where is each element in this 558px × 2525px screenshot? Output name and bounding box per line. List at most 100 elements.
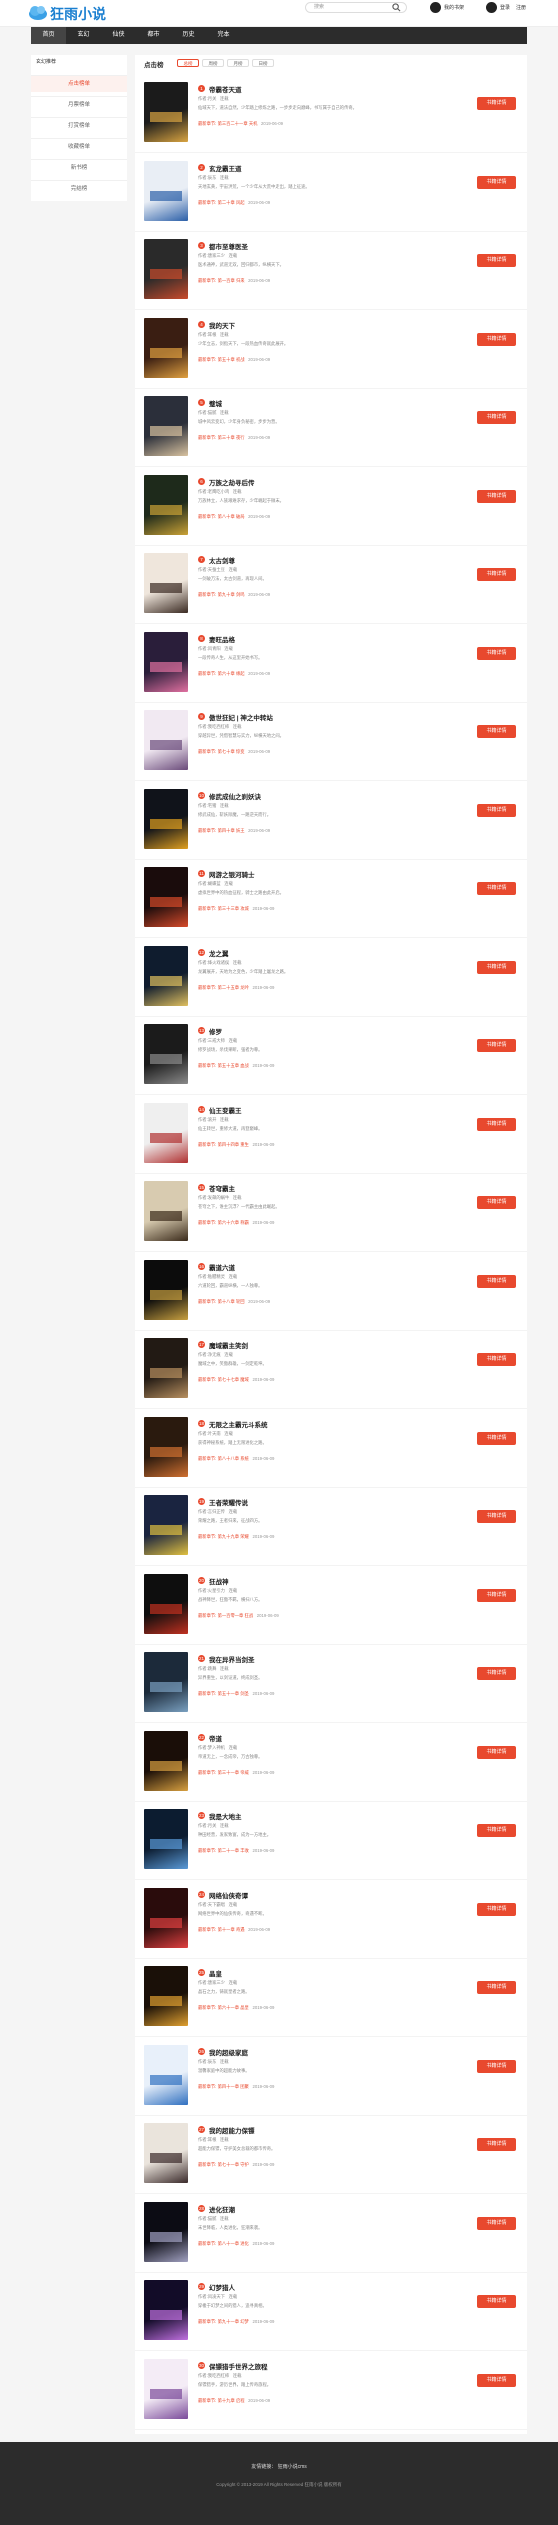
book-latest-chapter[interactable]: 最新章节: 第六十一章 晶皇 2019-06-09: [198, 2005, 274, 2011]
book-detail-button[interactable]: 书籍详情: [477, 489, 516, 503]
book-title[interactable]: 璧城: [209, 398, 222, 408]
book-detail-button[interactable]: 书籍详情: [477, 1431, 516, 1445]
book-detail-button[interactable]: 书籍详情: [477, 2138, 516, 2151]
book-author[interactable]: 作者:我吃西红柿: [198, 724, 229, 729]
book-detail-button[interactable]: 书籍详情: [477, 97, 516, 110]
book-latest-chapter[interactable]: 最新章节: 第十九章 启程 2019-06-09: [198, 2398, 270, 2404]
latest-chapter-link[interactable]: 最新章节: 第七十章 惊变: [198, 749, 245, 754]
nav-item-xianxia[interactable]: 仙侠: [101, 27, 136, 44]
book-title[interactable]: 龙之翼: [209, 948, 229, 958]
latest-chapter-link[interactable]: 最新章节: 第五十一章 剑圣: [198, 1691, 249, 1696]
book-author[interactable]: 作者:滚开: [198, 1117, 216, 1122]
latest-chapter-link[interactable]: 最新章节: 第八十八章 系统: [198, 1456, 249, 1461]
book-author[interactable]: 作者:风青阳: [198, 646, 221, 651]
book-detail-button[interactable]: 书籍详情: [477, 1824, 516, 1837]
book-latest-chapter[interactable]: 最新章节: 第四十章 妖王 2019-06-09: [198, 828, 270, 834]
book-title[interactable]: 妻旺品格: [209, 634, 235, 644]
book-title[interactable]: 王者荣耀传说: [209, 1497, 248, 1507]
book-title[interactable]: 帝道: [209, 1733, 222, 1743]
book-title[interactable]: 网络仙侠奇谭: [209, 1890, 248, 1900]
book-latest-chapter[interactable]: 最新章节: 第三百二十一章 天机 2019-06-09: [198, 121, 283, 127]
book-author[interactable]: 作者:月关: [198, 96, 216, 101]
book-title[interactable]: 太古剑尊: [209, 555, 235, 565]
book-author[interactable]: 作者:蝴蝶蓝: [198, 881, 221, 886]
login-link[interactable]: 登录: [500, 4, 510, 11]
book-title[interactable]: 进化狂潮: [209, 2204, 235, 2214]
book-author[interactable]: 作者:天蚕土豆: [198, 567, 225, 572]
book-author[interactable]: 作者:骷髅精灵: [198, 1274, 225, 1279]
latest-chapter-link[interactable]: 最新章节: 第九十九章 荣耀: [198, 1534, 249, 1539]
book-detail-button[interactable]: 书籍详情: [477, 2373, 516, 2387]
book-author[interactable]: 作者:猫腻: [198, 410, 216, 415]
book-latest-chapter[interactable]: 最新章节: 第三十一章 帝威 2019-06-09: [198, 1770, 274, 1776]
book-detail-button[interactable]: 书籍详情: [477, 1117, 516, 1131]
book-detail-button[interactable]: 书籍详情: [477, 1196, 516, 1209]
book-author[interactable]: 作者:烽火戏诸侯: [198, 960, 229, 965]
book-detail-button[interactable]: 书籍详情: [477, 1745, 516, 1759]
latest-chapter-link[interactable]: 最新章节: 第五十五章 血战: [198, 1063, 249, 1068]
book-latest-chapter[interactable]: 最新章节: 第三十章 夜行 2019-06-09: [198, 435, 270, 441]
nav-item-lishi[interactable]: 历史: [171, 27, 206, 44]
book-cover[interactable]: [144, 160, 188, 221]
latest-chapter-link[interactable]: 最新章节: 第四十四章 重生: [198, 1142, 249, 1147]
book-cover[interactable]: [144, 239, 188, 299]
latest-chapter-link[interactable]: 最新章节: 第十八章 轮回: [198, 1299, 245, 1304]
book-cover[interactable]: [144, 2201, 188, 2262]
book-latest-chapter[interactable]: 最新章节: 第十八章 轮回 2019-06-09: [198, 1299, 270, 1305]
book-author[interactable]: 作者:猫腻: [198, 2216, 216, 2221]
book-latest-chapter[interactable]: 最新章节: 第九十九章 荣耀 2019-06-09: [198, 1534, 274, 1540]
book-author[interactable]: 作者:跳舞: [198, 1666, 216, 1671]
book-title[interactable]: 修武成仙之刹妖诀: [209, 791, 261, 801]
book-detail-button[interactable]: 书籍详情: [477, 175, 516, 189]
book-cover[interactable]: [144, 2123, 188, 2183]
book-title[interactable]: 我的超能力保镖: [209, 2125, 255, 2135]
tab-day[interactable]: 日榜: [252, 59, 274, 67]
latest-chapter-link[interactable]: 最新章节: 第九十一章 幻梦: [198, 2319, 249, 2324]
book-cover[interactable]: [144, 1102, 188, 1163]
latest-chapter-link[interactable]: 最新章节: 第六十六章 称霸: [198, 1220, 249, 1225]
book-author[interactable]: 作者:唐家三少: [198, 253, 225, 258]
latest-chapter-link[interactable]: 最新章节: 第八十一章 进化: [198, 2241, 249, 2246]
book-author[interactable]: 作者:天下霸唱: [198, 1902, 225, 1907]
latest-chapter-link[interactable]: 最新章节: 第九十章 剑鸣: [198, 592, 245, 597]
book-cover[interactable]: [144, 2358, 188, 2419]
book-detail-button[interactable]: 书籍详情: [477, 1902, 516, 1916]
search-icon[interactable]: [392, 3, 401, 12]
book-author[interactable]: 作者:三戒大师: [198, 1038, 225, 1043]
book-title[interactable]: 狂战神: [209, 1576, 229, 1586]
latest-chapter-link[interactable]: 最新章节: 第七十七章 魔域: [198, 1377, 249, 1382]
book-cover[interactable]: [144, 1730, 188, 1791]
book-cover[interactable]: [144, 1259, 188, 1320]
book-author[interactable]: 作者:言归正传: [198, 1509, 225, 1514]
nav-item-xuanhuan[interactable]: 玄幻: [66, 27, 101, 44]
nav-item-dushi[interactable]: 都市: [136, 27, 171, 44]
book-title[interactable]: 万族之劫寻后传: [209, 477, 255, 487]
latest-chapter-link[interactable]: 最新章节: 第一百章 归来: [198, 278, 245, 283]
book-detail-button[interactable]: 书籍详情: [477, 2295, 516, 2308]
latest-chapter-link[interactable]: 最新章节: 第一百零一章 狂战: [198, 1613, 253, 1618]
book-author[interactable]: 作者:老鹰吃小鸡: [198, 489, 229, 494]
book-latest-chapter[interactable]: 最新章节: 第八十一章 进化 2019-06-09: [198, 2241, 274, 2247]
book-detail-button[interactable]: 书籍详情: [477, 411, 516, 424]
tab-month[interactable]: 月榜: [227, 59, 249, 67]
book-cover[interactable]: [144, 1495, 188, 1555]
book-detail-button[interactable]: 书籍详情: [477, 882, 516, 895]
book-cover[interactable]: [144, 788, 188, 849]
book-detail-button[interactable]: 书籍详情: [477, 568, 516, 581]
book-cover[interactable]: [144, 396, 188, 456]
cloud-logo-icon[interactable]: [27, 2, 49, 22]
latest-chapter-link[interactable]: 最新章节: 第四十章 妖王: [198, 828, 245, 833]
nav-item-wanben[interactable]: 完本: [206, 27, 241, 44]
book-title[interactable]: 我是大地主: [209, 1811, 242, 1821]
book-cover[interactable]: [144, 1652, 188, 1712]
book-latest-chapter[interactable]: 最新章节: 第四十四章 重生 2019-06-09: [198, 1142, 274, 1148]
latest-chapter-link[interactable]: 最新章节: 第三百二十一章 天机: [198, 121, 257, 126]
book-cover[interactable]: [144, 1338, 188, 1398]
book-cover[interactable]: [144, 867, 188, 927]
book-title[interactable]: 帝霸苍天道: [209, 84, 242, 94]
book-author[interactable]: 作者:耳根: [198, 332, 216, 337]
latest-chapter-link[interactable]: 最新章节: 第七十一章 守护: [198, 2162, 249, 2167]
latest-chapter-link[interactable]: 最新章节: 第六十章 缘起: [198, 671, 245, 676]
book-author[interactable]: 作者:宅猪: [198, 803, 216, 808]
book-cover[interactable]: [144, 317, 188, 378]
